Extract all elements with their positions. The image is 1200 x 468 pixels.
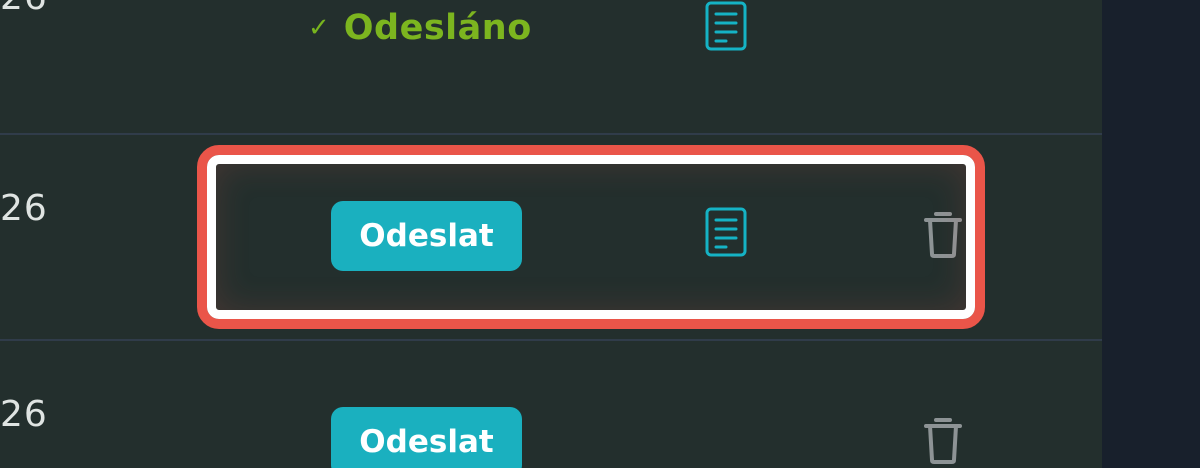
status-sent-label: Odesláno [343, 8, 532, 48]
trash-icon[interactable] [920, 207, 966, 259]
check-icon: ✓ [308, 13, 330, 43]
status-sent: ✓ Odesláno [308, 8, 532, 48]
send-button[interactable]: Odeslat [331, 407, 522, 468]
table-row-unsent: 26 Odeslat [0, 341, 1102, 468]
send-button[interactable]: Odeslat [331, 201, 522, 271]
right-side-panel [1102, 0, 1200, 468]
row-date-fragment: 26 [0, 394, 48, 435]
row-date-fragment: 26 [0, 0, 48, 18]
table-row-unsent-highlighted: 26 Odeslat [0, 135, 1102, 339]
document-icon[interactable] [704, 0, 748, 52]
document-icon[interactable] [704, 206, 748, 258]
screenshot-view: 26 ✓ Odesláno 26 Odeslat [0, 0, 1200, 468]
document-table: 26 ✓ Odesláno 26 Odeslat [0, 0, 1102, 468]
row-date-fragment: 26 [0, 188, 48, 229]
table-row-sent: 26 ✓ Odesláno [0, 0, 1102, 133]
trash-icon[interactable] [920, 413, 966, 465]
